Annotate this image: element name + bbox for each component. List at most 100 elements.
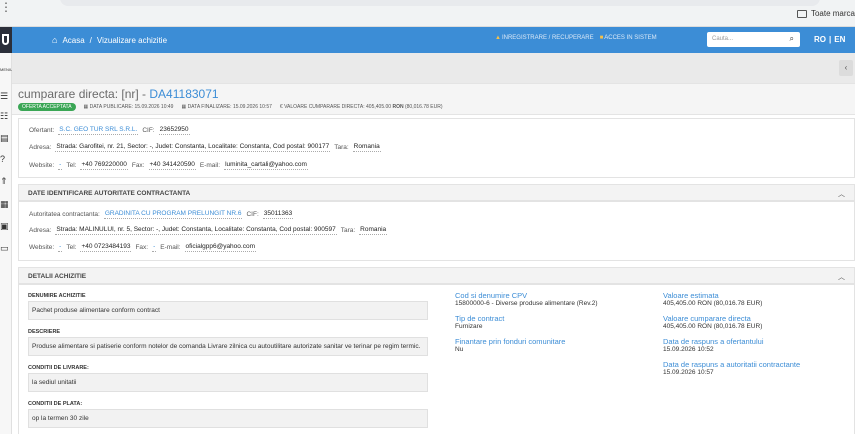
login-label: ACCES IN SISTEM xyxy=(604,35,657,41)
authority-section-title: DATE IDENTIFICARE AUTORITATE CONTRACTANT… xyxy=(28,190,191,197)
contract-type-value: Furnizare xyxy=(455,323,483,330)
calculator-icon[interactable]: ▣ xyxy=(0,221,10,231)
page-header: cumparare directa: [nr] - DA41183071 OFE… xyxy=(12,83,855,115)
breadcrumb: ⌂ Acasa / Vizualizare achizitie xyxy=(52,35,167,45)
details-middle-column: Cod si denumire CPV 15800000-6 - Diverse… xyxy=(455,291,645,353)
title-text: cumparare directa: [nr] - xyxy=(18,87,147,101)
country-label: Tara: xyxy=(334,143,349,151)
name-label: DENUMIRE ACHIZITIE xyxy=(28,293,86,299)
estimated-value-label: Valoare estimata xyxy=(663,291,719,300)
login-link[interactable]: ■ACCES IN SISTEM xyxy=(600,35,657,41)
lang-ro[interactable]: RO xyxy=(814,35,826,44)
bidder-label: Ofertant: xyxy=(29,126,55,134)
subbar: ‹ xyxy=(12,53,855,83)
fax-label: Fax: xyxy=(131,161,145,169)
authority-cif-label: CIF: xyxy=(246,210,259,218)
folder-icon xyxy=(796,9,807,18)
bidder-row: Ofertant: S.C. GEO TUR SRL S.R.L. CIF: 2… xyxy=(29,125,190,135)
authority-address-row: Adresa: Strada: MALINULUI, nr. 5, Sector… xyxy=(29,225,388,235)
bidder-link[interactable]: S.C. GEO TUR SRL S.R.L. xyxy=(58,125,139,135)
bidder-contact-row: Website: - Tel: +40 769220000 Fax: +40 3… xyxy=(29,160,308,170)
bookmarks-folder[interactable]: Toate marca xyxy=(796,9,855,18)
details-left-column: DENUMIRE ACHIZITIE Pachet produse alimen… xyxy=(28,293,428,428)
warning-icon: ▲ xyxy=(495,35,501,41)
page-title: cumparare directa: [nr] - DA41183071 xyxy=(18,87,219,101)
address-value: Strada: Garofitei, nr. 21, Sector: -, Ju… xyxy=(55,143,331,152)
address-label: Adresa: xyxy=(29,143,52,151)
report-icon[interactable]: ▦ xyxy=(0,199,10,209)
search-icon[interactable]: ⌕ xyxy=(790,34,794,44)
direct-purchase-value: € VALOARE CUMPARARE DIRECTA: 405,405.00 … xyxy=(279,104,443,110)
contract-type-label: Tip de contract xyxy=(455,314,505,323)
publish-date: ▦ DATA PUBLICARE: 15.09.2026 10:49 xyxy=(83,104,174,110)
rocket-icon[interactable]: ⇑ xyxy=(0,176,10,186)
stack-icon[interactable]: ▤ xyxy=(0,133,10,143)
payment-conditions-label: CONDITII DE PLATA: xyxy=(28,401,83,407)
menu-label[interactable]: MENIU xyxy=(0,67,13,72)
fax-value: +40 341420590 xyxy=(148,161,196,170)
auth-links: ▲INREGISTRARE / RECUPERARE ■ACCES IN SIS… xyxy=(495,35,657,41)
direct-purchase-amount: 405,405.00 RON (80,016.78 EUR) xyxy=(663,323,763,330)
top-navbar: ⌂ Acasa / Vizualizare achizitie ▲INREGIS… xyxy=(0,27,855,53)
collapse-button[interactable]: ‹ xyxy=(839,60,853,76)
bookmarks-label: Toate marca xyxy=(810,9,855,18)
register-label: INREGISTRARE / RECUPERARE xyxy=(501,35,594,41)
authority-email-value: oficialgpp6@yahoo.com xyxy=(184,243,256,252)
bidder-response-label: Data de raspuns a ofertantului xyxy=(663,337,764,346)
search-input[interactable]: Cauta... ⌕ xyxy=(707,32,800,47)
breadcrumb-separator: / xyxy=(89,35,92,45)
chevron-up-icon[interactable]: ︿ xyxy=(838,272,845,282)
logo[interactable] xyxy=(0,27,12,53)
authority-panel: Autoritatea contractanta: GRADINITA CU P… xyxy=(18,201,855,261)
bidder-panel: Ofertant: S.C. GEO TUR SRL S.R.L. CIF: 2… xyxy=(18,118,855,178)
delivery-conditions-value: la sediul unitatii xyxy=(28,373,428,392)
home-icon[interactable]: ⌂ xyxy=(52,35,57,45)
eu-funding-label: Finantare prin fonduri comunitare xyxy=(455,337,566,346)
authority-tel-value: +40 0723484193 xyxy=(80,243,132,252)
list-icon[interactable]: ☰ xyxy=(0,91,10,101)
name-value: Pachet produse alimentare conform contra… xyxy=(28,301,428,320)
delivery-conditions-label: CONDITII DE LIVRARE: xyxy=(28,365,89,371)
payment-conditions-value: op la termen 30 zile xyxy=(28,409,428,428)
authority-link[interactable]: GRADINITA CU PROGRAM PRELUNGIT NR.6 xyxy=(103,209,243,219)
breadcrumb-home[interactable]: Acasa xyxy=(62,36,84,45)
procurement-code: DA41183071 xyxy=(149,87,219,101)
browser-toolbar: ⋮ Toate marca xyxy=(0,0,855,27)
eu-funding-value: Nu xyxy=(455,346,464,353)
address-bar[interactable] xyxy=(60,0,820,6)
browser-menu-icon[interactable]: ⋮ xyxy=(0,0,12,14)
authority-country-label: Tara: xyxy=(340,226,356,234)
email-label: E-mail: xyxy=(199,161,221,169)
bidder-address-row: Adresa: Strada: Garofitei, nr. 21, Secto… xyxy=(29,142,381,152)
cif-value: 23652950 xyxy=(158,126,190,135)
details-right-column: Valoare estimata 405,405.00 RON (80,016.… xyxy=(663,291,848,376)
finalize-date: ▦ DATA FINALIZARE: 15.09.2026 10:57 xyxy=(181,104,272,110)
authority-tel-label: Tel: xyxy=(66,243,77,251)
authority-response-label: Data de raspuns a autoritatii contractan… xyxy=(663,360,801,369)
authority-fax-label: Fax: xyxy=(135,243,149,251)
authority-section-header[interactable]: DATE IDENTIFICARE AUTORITATE CONTRACTANT… xyxy=(18,184,855,201)
lock-icon: ■ xyxy=(599,35,604,41)
details-section-header[interactable]: DETALII ACHIZITIE ︿ xyxy=(18,267,855,284)
register-link[interactable]: ▲INREGISTRARE / RECUPERARE xyxy=(495,35,594,41)
website-value[interactable]: - xyxy=(58,160,63,170)
language-switch: RO | EN xyxy=(814,35,845,44)
cif-label: CIF: xyxy=(142,126,155,134)
help-icon[interactable]: ? xyxy=(0,154,10,164)
authority-address-value: Strada: MALINULUI, nr. 5, Sector: -, Jud… xyxy=(55,226,337,235)
authority-label: Autoritatea contractanta: xyxy=(29,210,100,218)
authority-website-value[interactable]: - xyxy=(58,242,63,252)
authority-contact-row: Website: - Tel: +40 0723484193 Fax: - E-… xyxy=(29,242,256,252)
chevron-up-icon[interactable]: ︿ xyxy=(838,189,845,199)
header-meta: OFERTA ACCEPTATA ▦ DATA PUBLICARE: 15.09… xyxy=(18,103,443,111)
lang-en[interactable]: EN xyxy=(834,35,845,44)
status-badge: OFERTA ACCEPTATA xyxy=(18,103,76,111)
tel-label: Tel: xyxy=(66,161,77,169)
description-value: Produse alimentare si patiserie conform … xyxy=(28,337,428,356)
cpv-value: 15800000-6 - Diverse produse alimentare … xyxy=(455,300,598,307)
document-icon[interactable]: ☷ xyxy=(0,111,10,121)
breadcrumb-current: Vizualizare achizitie xyxy=(96,35,168,45)
website-label: Website: xyxy=(29,161,55,169)
chat-icon[interactable]: ▭ xyxy=(0,243,10,253)
cpv-label: Cod si denumire CPV xyxy=(455,291,528,300)
